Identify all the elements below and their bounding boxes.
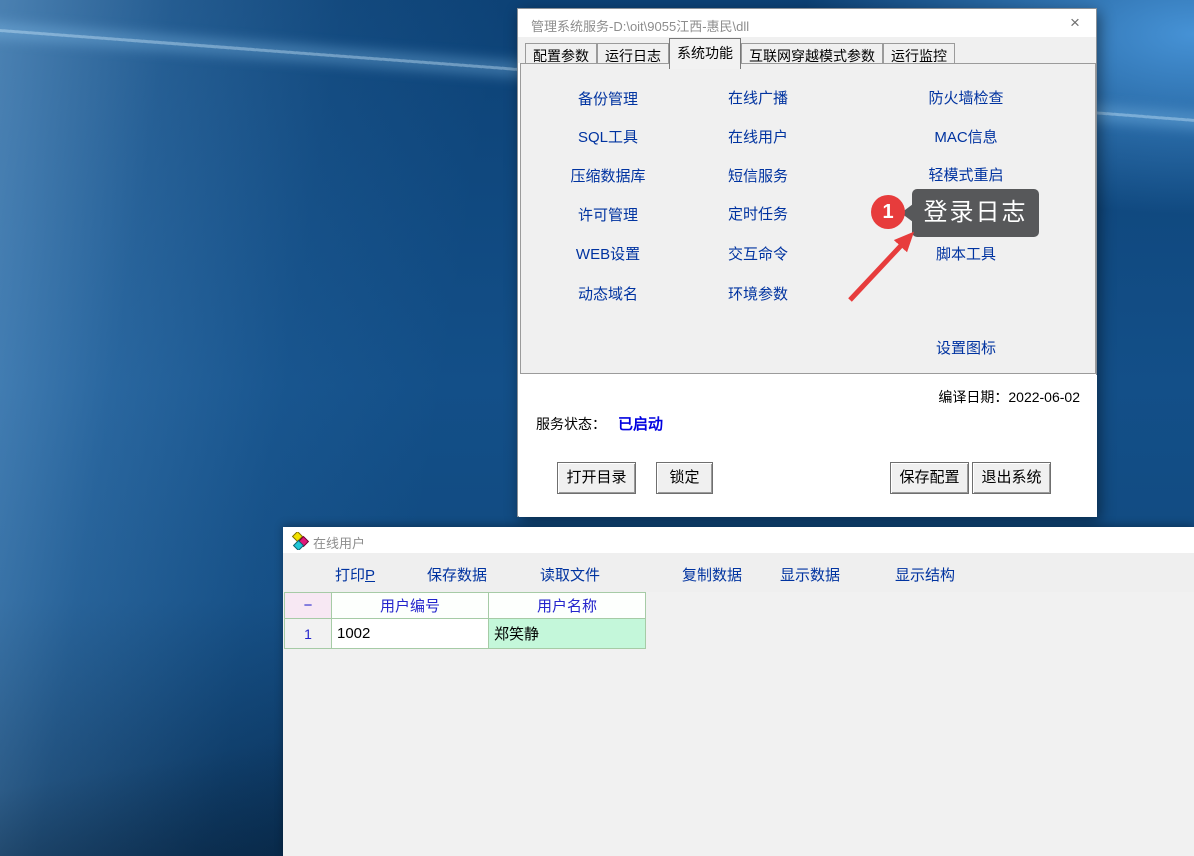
- row-number-cell[interactable]: 1: [285, 619, 332, 649]
- read-file-button[interactable]: 读取文件: [540, 564, 600, 585]
- column-header-user-id[interactable]: 用户编号: [332, 593, 489, 619]
- lock-button[interactable]: 锁定: [656, 462, 713, 494]
- link-sql-tools[interactable]: SQL工具: [578, 126, 638, 147]
- save-data-button[interactable]: 保存数据: [427, 564, 487, 585]
- compile-date: 编译日期：2022-06-02: [938, 387, 1080, 407]
- user-id-cell[interactable]: 1002: [332, 619, 489, 649]
- online-users-titlebar: 在线用户: [283, 527, 1194, 553]
- link-light-mode-restart[interactable]: 轻模式重启: [928, 164, 1003, 185]
- online-users-table: − 用户编号 用户名称 1 1002 郑笑静: [284, 592, 646, 649]
- window-title: 管理系统服务-D:\oit\9055江西-惠民\dll: [531, 16, 749, 35]
- link-online-broadcast[interactable]: 在线广播: [728, 87, 788, 108]
- service-status: 服务状态： 已启动: [536, 413, 663, 434]
- login-log-highlight[interactable]: 登录日志: [912, 189, 1039, 237]
- print-button[interactable]: 打印P: [335, 564, 375, 585]
- service-status-value: 已启动: [618, 416, 663, 433]
- link-scheduled-tasks[interactable]: 定时任务: [728, 203, 788, 224]
- copy-data-button[interactable]: 复制数据: [682, 564, 742, 585]
- link-license-management[interactable]: 许可管理: [578, 204, 638, 225]
- table-row: 1 1002 郑笑静: [285, 619, 646, 649]
- user-name-cell[interactable]: 郑笑静: [489, 619, 646, 649]
- online-users-title: 在线用户: [313, 533, 365, 552]
- tab-strip: 配置参数运行日志系统功能互联网穿越模式参数运行监控: [518, 37, 1096, 63]
- main-window-titlebar: 管理系统服务-D:\oit\9055江西-惠民\dll ×: [518, 9, 1096, 37]
- link-dynamic-domain[interactable]: 动态域名: [578, 283, 638, 304]
- online-users-icon: [291, 532, 309, 550]
- open-directory-button[interactable]: 打开目录: [557, 462, 636, 494]
- link-mac-info[interactable]: MAC信息: [934, 126, 997, 147]
- main-window: 管理系统服务-D:\oit\9055江西-惠民\dll × 配置参数运行日志系统…: [517, 8, 1097, 517]
- annotation-arrow-icon: [838, 220, 930, 312]
- main-window-footer: 编译日期：2022-06-02 服务状态： 已启动 打开目录 锁定 保存配置 退出…: [519, 375, 1097, 517]
- tab-system-functions[interactable]: 系统功能: [669, 38, 741, 69]
- column-header-user-name[interactable]: 用户名称: [489, 593, 646, 619]
- link-script-tools[interactable]: 脚本工具: [936, 243, 996, 264]
- link-environment-params[interactable]: 环境参数: [728, 283, 788, 304]
- link-web-settings[interactable]: WEB设置: [576, 243, 640, 264]
- compile-date-value: 2022-06-02: [1008, 389, 1080, 405]
- link-compress-database[interactable]: 压缩数据库: [570, 165, 645, 186]
- show-structure-button[interactable]: 显示结构: [895, 564, 955, 585]
- link-backup-management[interactable]: 备份管理: [578, 88, 638, 109]
- link-set-icon[interactable]: 设置图标: [936, 337, 996, 358]
- table-header-row: − 用户编号 用户名称: [285, 593, 646, 619]
- online-users-window: 在线用户 打印P 保存数据 读取文件 复制数据 显示数据 显示结构 − 用户编号…: [283, 527, 1194, 856]
- exit-system-button[interactable]: 退出系统: [972, 462, 1051, 494]
- link-sms-service[interactable]: 短信服务: [728, 165, 788, 186]
- close-icon[interactable]: ×: [1063, 12, 1087, 34]
- compile-date-label: 编译日期：: [938, 389, 1008, 405]
- save-config-button[interactable]: 保存配置: [890, 462, 969, 494]
- table-corner-header[interactable]: −: [285, 593, 332, 619]
- show-data-button[interactable]: 显示数据: [780, 564, 840, 585]
- link-online-users[interactable]: 在线用户: [728, 126, 788, 147]
- link-interactive-commands[interactable]: 交互命令: [728, 243, 788, 264]
- link-firewall-check[interactable]: 防火墙检查: [928, 87, 1003, 108]
- online-users-toolbar: 打印P 保存数据 读取文件 复制数据 显示数据 显示结构: [283, 553, 1194, 592]
- service-status-label: 服务状态：: [536, 416, 606, 432]
